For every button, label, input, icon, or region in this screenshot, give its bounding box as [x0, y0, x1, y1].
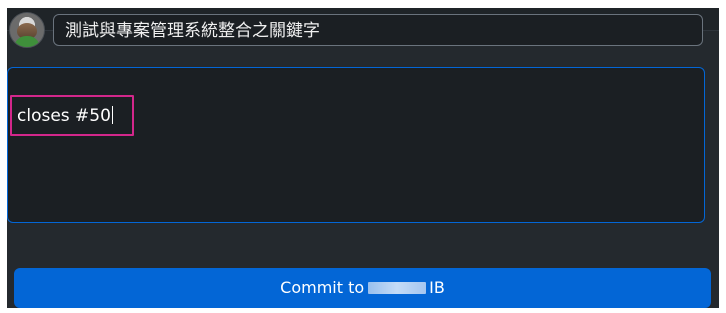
commit-button-suffix: IB [429, 278, 445, 297]
commit-button-prefix: Commit to [280, 278, 365, 297]
summary-input[interactable]: 測試與專案管理系統整合之關鍵字 [53, 14, 703, 46]
description-text: closes #50 [17, 106, 113, 126]
commit-button[interactable]: Commit to IB [14, 268, 711, 308]
description-textarea[interactable] [7, 67, 705, 223]
blurred-branch-name [368, 282, 427, 294]
description-value: closes #50 [17, 106, 111, 126]
text-caret [111, 106, 113, 124]
avatar [9, 12, 45, 48]
